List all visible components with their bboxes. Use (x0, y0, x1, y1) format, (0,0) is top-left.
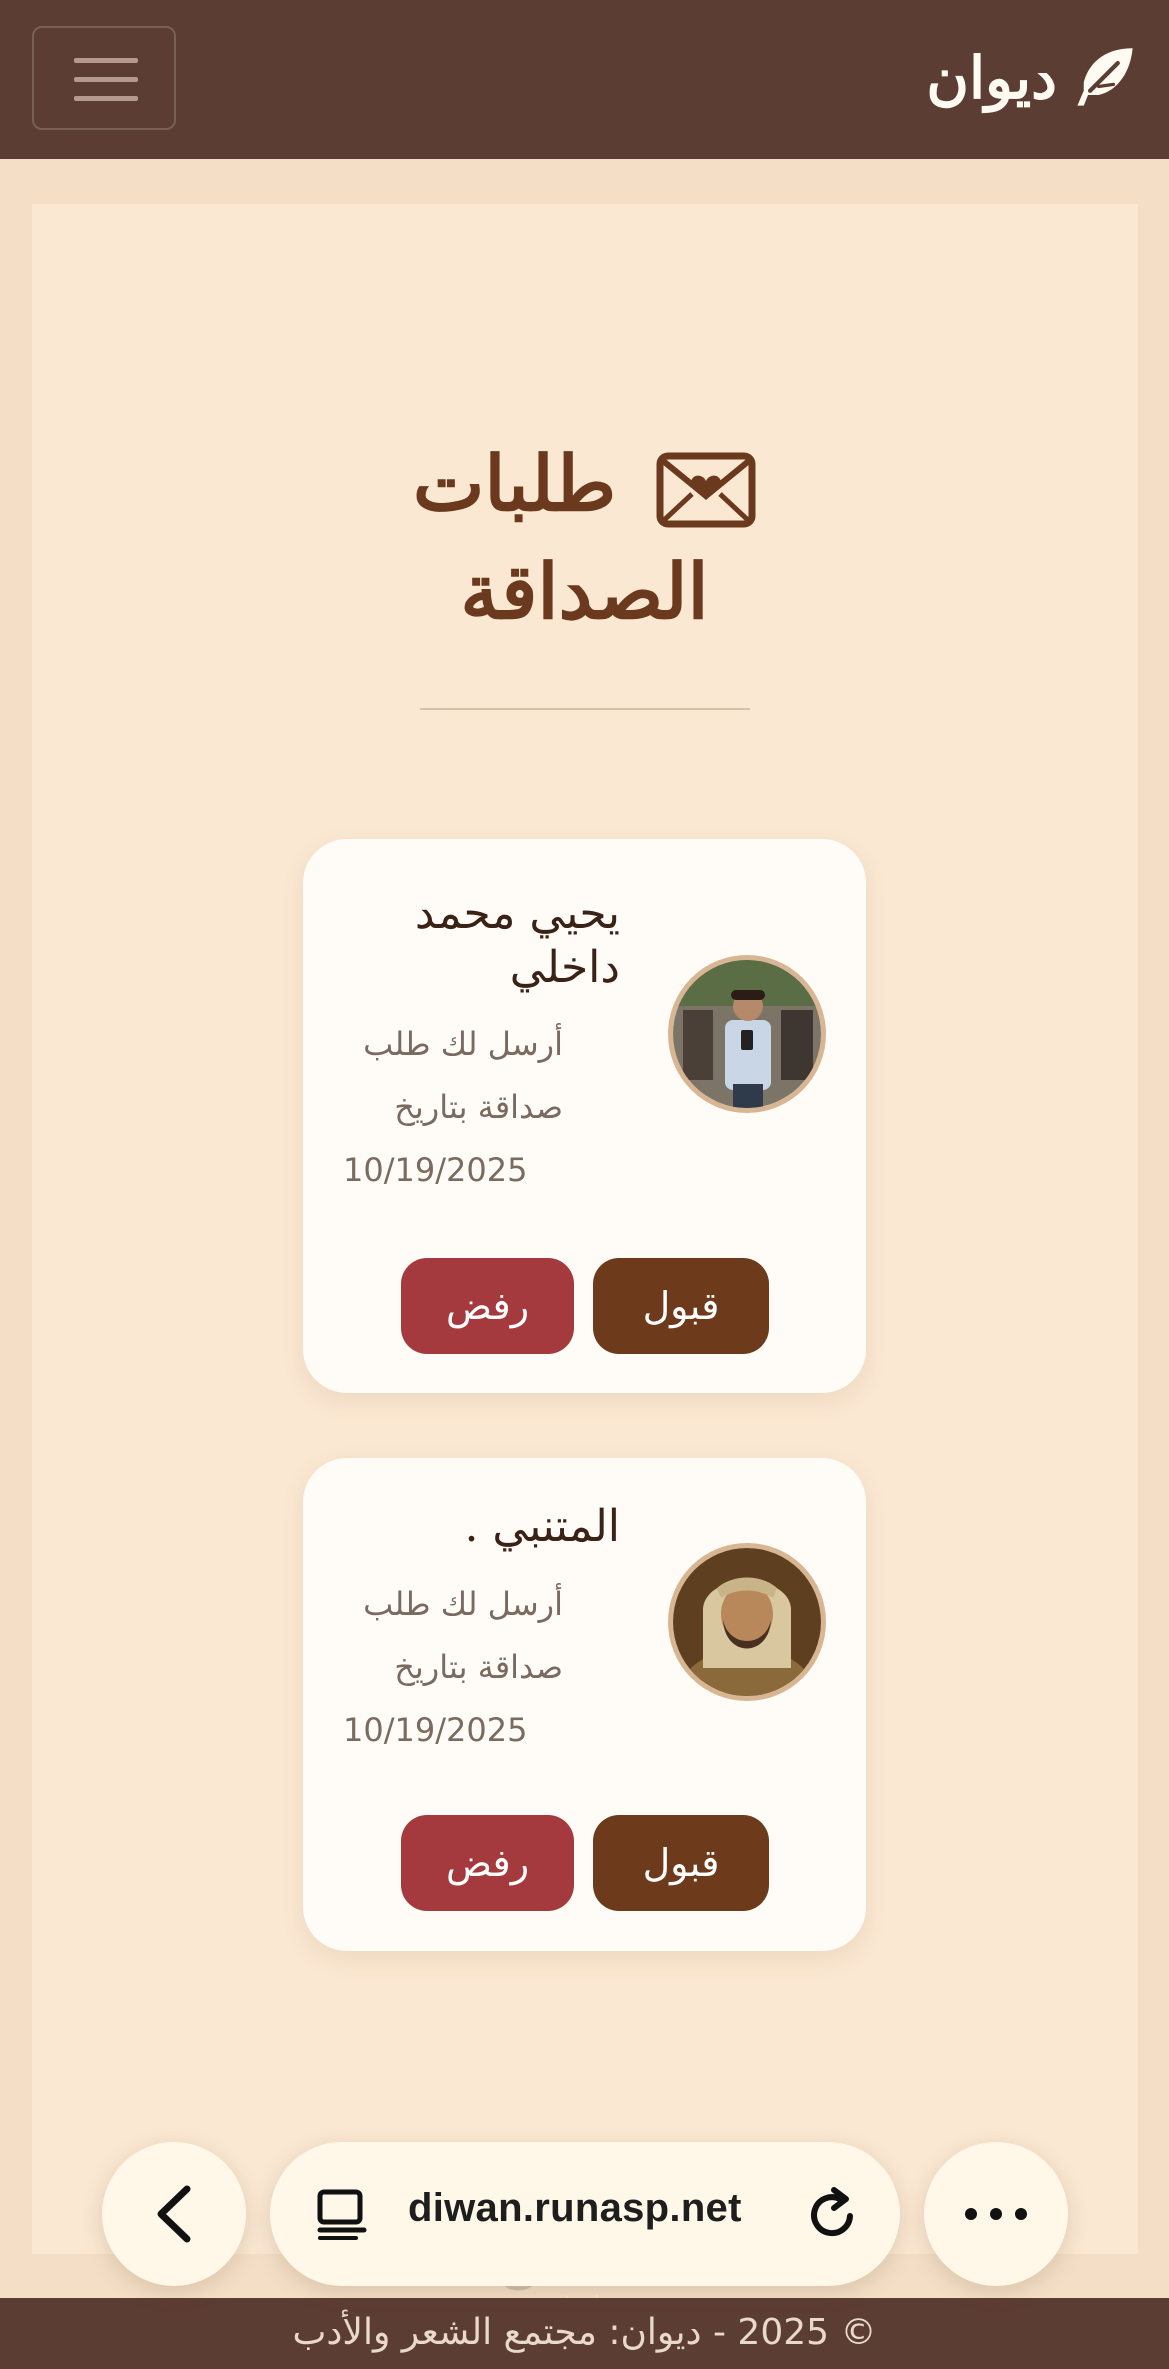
tabs-icon[interactable] (316, 2188, 368, 2240)
url-text[interactable]: diwan.runasp.net (408, 2186, 742, 2231)
more-icon (965, 2208, 1027, 2220)
request-message-line2: صداقة بتاريخ (394, 1648, 563, 1686)
request-date: 10/19/2025 (343, 1151, 528, 1189)
hamburger-icon (74, 58, 138, 63)
more-button[interactable] (924, 2142, 1068, 2286)
accept-button[interactable]: قبول (593, 1815, 769, 1911)
request-message-line2: صداقة بتاريخ (394, 1088, 563, 1126)
avatar[interactable] (668, 1543, 826, 1701)
navbar: ديوان (0, 0, 1169, 159)
envelope-heart-icon (656, 452, 756, 528)
page-heading: طلبات الصداقة (0, 430, 1169, 646)
footer: © 2025 - ديوان: مجتمع الشعر والأدب (0, 2298, 1169, 2369)
request-message-line1: أرسل لك طلب (363, 1025, 563, 1063)
friend-request-card: يحيي محمد داخلي أرسل لك طلب صداقة بتاريخ… (303, 839, 866, 1393)
reload-icon[interactable] (806, 2186, 860, 2242)
avatar-photo (673, 1548, 821, 1696)
avatar[interactable] (668, 955, 826, 1113)
reject-button[interactable]: رفض (401, 1258, 574, 1354)
requester-name[interactable]: يحيي محمد داخلي (360, 887, 620, 995)
feather-icon (1077, 48, 1133, 106)
menu-toggle-button[interactable] (32, 26, 176, 130)
request-message-line1: أرسل لك طلب (363, 1585, 563, 1623)
chevron-left-icon (157, 2185, 191, 2243)
reject-button[interactable]: رفض (401, 1815, 574, 1911)
request-message: أرسل لك طلب صداقة بتاريخ 10/19/2025 (343, 1573, 563, 1762)
requester-name[interactable]: المتنبي . (360, 1500, 620, 1554)
address-bar[interactable]: diwan.runasp.net (270, 2142, 900, 2286)
brand-link[interactable]: ديوان (926, 28, 1139, 128)
brand-name: ديوان (926, 44, 1057, 112)
page-title: طلبات الصداقة (335, 430, 835, 646)
friend-request-card: المتنبي . أرسل لك طلب صداقة بتاريخ 10/19… (303, 1458, 866, 1951)
accept-button[interactable]: قبول (593, 1258, 769, 1354)
title-divider (420, 708, 750, 710)
request-date: 10/19/2025 (343, 1711, 528, 1749)
avatar-photo (673, 960, 821, 1108)
back-button[interactable] (102, 2142, 246, 2286)
request-message: أرسل لك طلب صداقة بتاريخ 10/19/2025 (343, 1013, 563, 1202)
footer-copyright: © 2025 - ديوان: مجتمع الشعر والأدب (292, 2312, 877, 2353)
